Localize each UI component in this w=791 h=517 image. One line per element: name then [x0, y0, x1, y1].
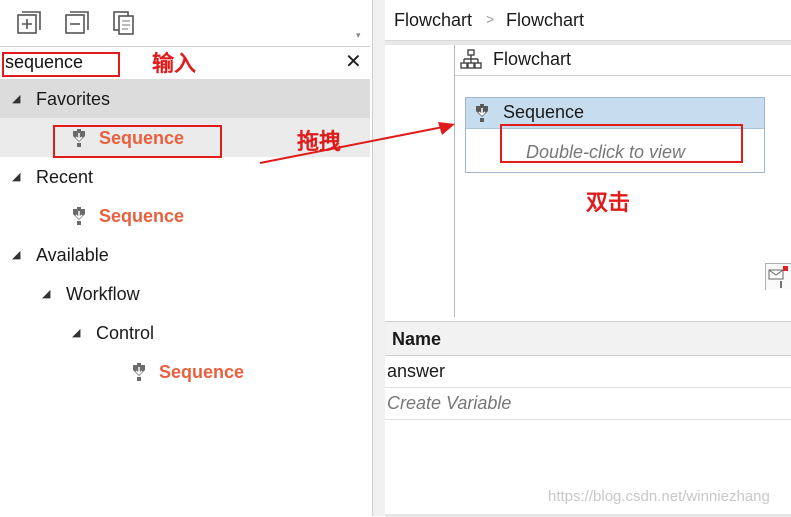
sequence-label: Sequence	[159, 362, 245, 382]
sequence-highlight-box	[500, 124, 743, 163]
chevron-right-icon: >	[486, 11, 495, 27]
watermark: https://blog.csdn.net/winniezhang	[548, 488, 770, 505]
designer-panel: Flowchart > Flowchart Flowchart Sequence…	[385, 0, 791, 517]
tree-label: Control	[96, 323, 155, 343]
tree-label: Available	[36, 245, 109, 265]
tree-item-available[interactable]: ◢ Available	[0, 235, 370, 274]
variable-name[interactable]: answer	[387, 361, 445, 382]
collapse-all-icon[interactable]	[64, 10, 90, 36]
breadcrumb-item[interactable]: Flowchart	[506, 10, 584, 31]
expand-arrow-icon[interactable]: ◢	[42, 287, 50, 300]
flowchart-icon	[460, 49, 482, 76]
panel-splitter[interactable]	[372, 0, 386, 516]
expand-arrow-icon[interactable]: ◢	[12, 92, 20, 105]
tree-item-workflow[interactable]: ◢ Workflow	[0, 274, 370, 313]
breadcrumb: Flowchart > Flowchart	[385, 0, 791, 41]
search-highlight-box	[2, 52, 120, 77]
expand-all-icon[interactable]	[16, 10, 42, 36]
annotation-input: 输入	[152, 52, 197, 77]
create-variable-link[interactable]: Create Variable	[387, 393, 511, 414]
tree-label: Workflow	[66, 284, 140, 304]
expand-arrow-icon[interactable]: ◢	[72, 326, 80, 339]
drag-arrow-icon	[259, 122, 455, 164]
expand-arrow-icon[interactable]: ◢	[12, 248, 20, 261]
breadcrumb-item[interactable]: Flowchart	[394, 10, 472, 31]
partial-activity-node[interactable]	[765, 263, 791, 290]
sequence-icon	[472, 103, 492, 128]
flowchart-container[interactable]: Flowchart	[454, 45, 791, 317]
tree-item-control-sequence[interactable]: Sequence	[0, 352, 370, 391]
designer-canvas[interactable]: Flowchart Sequence Double-click to view	[385, 41, 791, 317]
column-header-name[interactable]: Name	[392, 329, 441, 350]
tree-item-favorites[interactable]: ◢ Favorites	[0, 79, 370, 118]
sequence-icon	[129, 362, 149, 382]
variable-row[interactable]: answer	[385, 356, 791, 388]
favorites-highlight-box	[53, 125, 222, 158]
chevron-down-icon[interactable]: ▾	[356, 30, 361, 41]
create-variable-row[interactable]: Create Variable	[385, 388, 791, 420]
sequence-icon	[69, 206, 89, 226]
tree-label: Favorites	[36, 89, 111, 109]
annotation-double-click: 双击	[586, 191, 631, 216]
tree-item-recent-sequence[interactable]: Sequence	[0, 196, 370, 235]
copy-icon[interactable]	[112, 10, 138, 36]
flowchart-header: Flowchart	[455, 45, 791, 76]
expand-arrow-icon[interactable]: ◢	[12, 170, 20, 183]
sequence-title: Sequence	[503, 102, 585, 122]
sequence-label: Sequence	[99, 206, 185, 226]
tree-item-control[interactable]: ◢ Control	[0, 313, 370, 352]
variables-header: Name	[385, 322, 791, 356]
flowchart-title: Flowchart	[493, 49, 572, 69]
close-icon[interactable]: ✕	[345, 52, 362, 72]
tree-label: Recent	[36, 167, 94, 187]
